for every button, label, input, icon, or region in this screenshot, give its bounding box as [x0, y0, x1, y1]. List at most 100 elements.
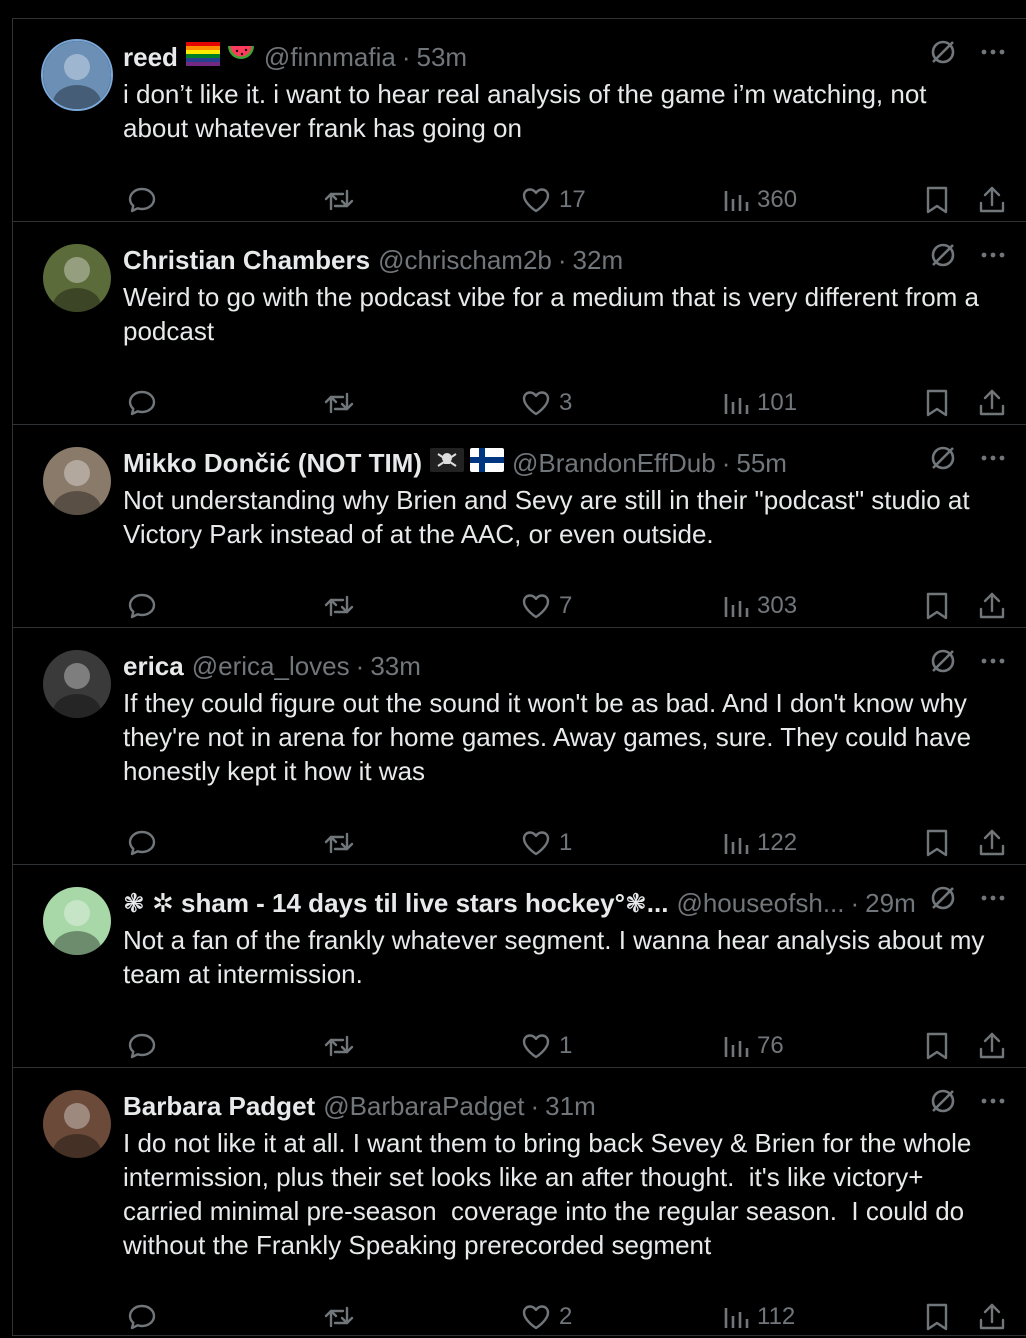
views-button[interactable]: 101 — [723, 388, 797, 418]
display-name[interactable]: Christian Chambers — [123, 240, 370, 280]
views-button[interactable]: 360 — [723, 185, 797, 215]
retweet-button[interactable] — [323, 828, 355, 858]
tweet-actions: 1 76 — [123, 1027, 1007, 1067]
views-button[interactable]: 76 — [723, 1031, 784, 1061]
avatar[interactable] — [41, 242, 113, 314]
tweet[interactable]: ❃ ✲ sham - 14 days til live stars hockey… — [13, 865, 1026, 1068]
more-icon[interactable] — [979, 37, 1007, 77]
views-button[interactable]: 112 — [723, 1302, 795, 1332]
share-button[interactable] — [977, 185, 1007, 215]
tweet-text: Not understanding why Brien and Sevy are… — [123, 485, 970, 549]
avatar[interactable] — [41, 885, 113, 957]
retweet-button[interactable] — [323, 1031, 355, 1061]
tweet-actions: 1 122 — [123, 824, 1007, 864]
separator: · — [850, 888, 860, 918]
grok-icon[interactable] — [929, 883, 957, 923]
retweet-button[interactable] — [323, 388, 355, 418]
avatar[interactable] — [41, 648, 113, 720]
tweet[interactable]: Mikko Dončić (NOT TIM) @BrandonEffDub · … — [13, 425, 1026, 628]
avatar[interactable] — [41, 39, 113, 111]
bookmark-button[interactable] — [923, 185, 951, 215]
like-icon — [521, 828, 551, 858]
like-button[interactable]: 1 — [521, 1031, 572, 1061]
display-name[interactable]: reed — [123, 37, 178, 77]
reply-button[interactable] — [127, 591, 157, 621]
views-button[interactable]: 303 — [723, 591, 797, 621]
retweet-button[interactable] — [323, 1302, 355, 1332]
tweet[interactable]: Barbara Padget @BarbaraPadget · 31m I do… — [13, 1068, 1026, 1336]
views-button[interactable]: 122 — [723, 828, 797, 858]
reply-icon — [127, 388, 157, 418]
tweet[interactable]: erica @erica_loves · 33m If they could f… — [13, 628, 1026, 865]
share-button[interactable] — [977, 591, 1007, 621]
handle[interactable]: @houseofsh... — [676, 883, 844, 923]
tweet-content: ❃ ✲ sham - 14 days til live stars hockey… — [123, 883, 1007, 1060]
reply-button[interactable] — [127, 1302, 157, 1332]
more-icon[interactable] — [979, 646, 1007, 686]
timestamp[interactable]: 33m — [370, 646, 421, 686]
bookmark-button[interactable] — [923, 388, 951, 418]
grok-icon[interactable] — [929, 240, 957, 280]
share-button[interactable] — [977, 828, 1007, 858]
name-badges — [185, 37, 256, 77]
avatar[interactable] — [41, 445, 113, 517]
retweet-button[interactable] — [323, 185, 355, 215]
tweet-actions: 3 101 — [123, 384, 1007, 424]
view-count: 112 — [757, 1303, 796, 1330]
bookmark-button[interactable] — [923, 1302, 951, 1332]
like-button[interactable]: 1 — [521, 828, 572, 858]
tweet-content: Barbara Padget @BarbaraPadget · 31m I do… — [123, 1086, 1007, 1331]
tweet[interactable]: reed @finnmafia · 53m i don’t like it. i… — [13, 19, 1026, 222]
handle[interactable]: @erica_loves — [192, 646, 350, 686]
grok-icon[interactable] — [929, 443, 957, 483]
pirate-flag-icon — [430, 443, 464, 483]
reply-button[interactable] — [127, 1031, 157, 1061]
retweet-icon — [323, 1302, 355, 1332]
bookmark-button[interactable] — [923, 1031, 951, 1061]
like-button[interactable]: 2 — [521, 1302, 572, 1332]
reply-feed: reed @finnmafia · 53m i don’t like it. i… — [12, 18, 1026, 1336]
grok-icon[interactable] — [929, 1086, 957, 1126]
reply-button[interactable] — [127, 388, 157, 418]
more-icon[interactable] — [979, 443, 1007, 483]
like-button[interactable]: 3 — [521, 388, 572, 418]
reply-button[interactable] — [127, 185, 157, 215]
share-button[interactable] — [977, 388, 1007, 418]
more-icon[interactable] — [979, 240, 1007, 280]
handle[interactable]: @BrandonEffDub — [512, 443, 716, 483]
display-name[interactable]: Barbara Padget — [123, 1086, 315, 1126]
tweet-actions: 17 360 — [123, 181, 1007, 221]
retweet-button[interactable] — [323, 591, 355, 621]
separator: · — [530, 1091, 540, 1121]
grok-icon[interactable] — [929, 37, 957, 77]
tweet[interactable]: Christian Chambers @chrischam2b · 32m We… — [13, 222, 1026, 425]
grok-icon[interactable] — [929, 646, 957, 686]
bookmark-button[interactable] — [923, 828, 951, 858]
handle[interactable]: @chrischam2b — [378, 240, 552, 280]
handle[interactable]: @BarbaraPadget — [323, 1086, 524, 1126]
reply-icon — [127, 591, 157, 621]
like-button[interactable]: 7 — [521, 591, 572, 621]
timestamp[interactable]: 32m — [573, 240, 624, 280]
like-button[interactable]: 17 — [521, 185, 586, 215]
timestamp[interactable]: 53m — [417, 37, 468, 77]
share-icon — [977, 591, 1007, 621]
like-count: 7 — [559, 592, 573, 619]
tweet-header: Barbara Padget @BarbaraPadget · 31m — [123, 1086, 1007, 1126]
timestamp[interactable]: 31m — [545, 1086, 596, 1126]
tweet-header: reed @finnmafia · 53m — [123, 37, 1007, 77]
display-name[interactable]: ❃ ✲ sham - 14 days til live stars hockey… — [123, 883, 668, 923]
view-count: 76 — [757, 1032, 784, 1059]
share-button[interactable] — [977, 1031, 1007, 1061]
more-icon[interactable] — [979, 1086, 1007, 1126]
display-name[interactable]: Mikko Dončić (NOT TIM) — [123, 443, 422, 483]
handle[interactable]: @finnmafia — [264, 37, 396, 77]
more-icon[interactable] — [979, 883, 1007, 923]
bookmark-button[interactable] — [923, 591, 951, 621]
timestamp[interactable]: 55m — [736, 443, 787, 483]
avatar[interactable] — [41, 1088, 113, 1160]
timestamp[interactable]: 29m — [865, 883, 916, 923]
share-button[interactable] — [977, 1302, 1007, 1332]
display-name[interactable]: erica — [123, 646, 184, 686]
reply-button[interactable] — [127, 828, 157, 858]
